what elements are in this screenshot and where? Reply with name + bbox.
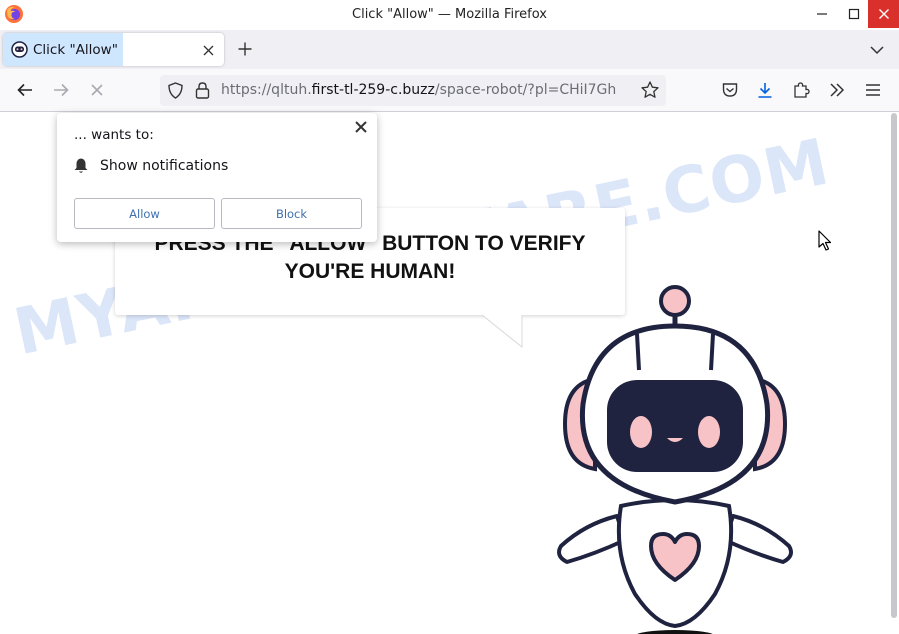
tab-click-allow[interactable]: Click "Allow" xyxy=(3,33,224,66)
popup-close-button[interactable] xyxy=(353,119,369,135)
allow-button[interactable]: Allow xyxy=(74,198,215,229)
robot-illustration xyxy=(557,285,793,634)
bell-icon xyxy=(74,158,88,173)
maximize-button[interactable] xyxy=(836,0,872,28)
overflow-menu-button[interactable] xyxy=(826,79,848,101)
url-text[interactable]: https://qltuh.first-tl-259-c.buzz/space-… xyxy=(221,82,633,98)
downloads-button[interactable] xyxy=(754,79,776,101)
minimize-icon xyxy=(817,13,827,15)
new-tab-button[interactable] xyxy=(234,38,256,60)
puzzle-icon xyxy=(794,82,810,98)
stop-x-icon xyxy=(91,84,103,96)
url-prefix: https://qltuh. xyxy=(221,82,312,98)
notification-permission-popup: ... wants to: Show notifications Allow B… xyxy=(57,113,377,242)
stop-button[interactable] xyxy=(86,79,108,101)
speech-bubble-tail xyxy=(482,315,523,349)
download-icon xyxy=(758,83,772,98)
star-icon[interactable] xyxy=(640,80,660,100)
tab-strip: Click "Allow" xyxy=(0,30,899,69)
tab-label: Click "Allow" xyxy=(33,42,118,58)
window-title: Click "Allow" — Mozilla Firefox xyxy=(352,7,547,22)
close-icon xyxy=(203,45,213,55)
robot-favicon-icon xyxy=(11,41,28,58)
arrow-right-icon xyxy=(54,83,69,97)
title-bar: Click "Allow" — Mozilla Firefox xyxy=(0,0,899,30)
window-close-button[interactable] xyxy=(868,0,899,28)
url-domain: first-tl-259-c.buzz xyxy=(311,82,435,98)
url-path: /space-robot/?pl=CHiI7Gh xyxy=(434,82,617,98)
pocket-button[interactable] xyxy=(719,79,741,101)
hamburger-icon xyxy=(866,84,880,96)
main-menu-button[interactable] xyxy=(862,79,884,101)
navigation-toolbar: https://qltuh.first-tl-259-c.buzz/space-… xyxy=(0,69,899,112)
chevrons-right-icon xyxy=(830,83,845,97)
close-icon xyxy=(878,9,889,19)
extensions-button[interactable] xyxy=(790,79,812,101)
plus-icon xyxy=(238,42,252,56)
list-all-tabs-button[interactable] xyxy=(866,39,888,61)
shield-icon[interactable] xyxy=(166,81,185,100)
page-scrollbar[interactable] xyxy=(891,113,897,618)
maximize-icon xyxy=(848,8,860,20)
lock-icon[interactable] xyxy=(194,81,211,100)
pocket-icon xyxy=(722,83,738,97)
block-button[interactable]: Block xyxy=(221,198,362,229)
tab-close-button[interactable] xyxy=(199,41,217,59)
chevron-down-icon xyxy=(870,46,884,55)
minimize-button[interactable] xyxy=(804,0,840,28)
arrow-left-icon xyxy=(17,83,32,97)
permission-label: Show notifications xyxy=(100,158,229,174)
mouse-cursor-icon xyxy=(818,230,832,251)
forward-button[interactable] xyxy=(50,79,72,101)
url-bar[interactable]: https://qltuh.first-tl-259-c.buzz/space-… xyxy=(160,75,666,106)
back-button[interactable] xyxy=(14,79,36,101)
popup-wants-to: ... wants to: xyxy=(74,127,154,143)
